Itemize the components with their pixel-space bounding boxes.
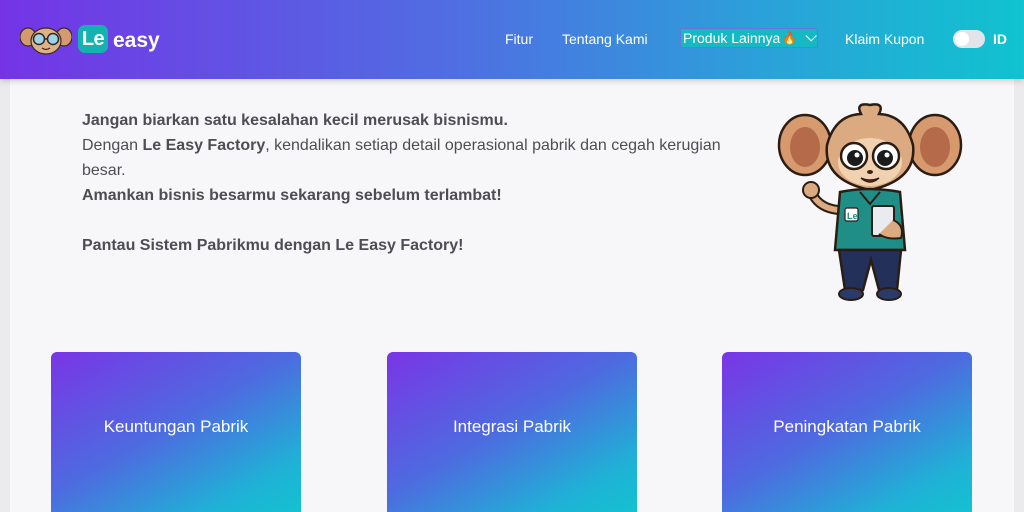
card-peningkatan-pabrik[interactable]: Peningkatan Pabrik bbox=[722, 352, 972, 512]
mascot-illustration-icon: Le bbox=[777, 103, 963, 301]
toggle-knob bbox=[955, 32, 969, 46]
nav-klaim-kupon[interactable]: Klaim Kupon bbox=[845, 31, 924, 47]
language-selector[interactable]: ID bbox=[993, 31, 1007, 47]
fire-icon: 🔥 bbox=[782, 31, 798, 45]
top-navigation-bar: Le easy Fitur Tentang Kami Produk Lainny… bbox=[0, 0, 1024, 79]
nav-tentang-kami[interactable]: Tentang Kami bbox=[562, 31, 648, 47]
intro-call-to-action: Amankan bisnis besarmu sekarang sebelum … bbox=[82, 187, 502, 204]
card-integrasi-pabrik[interactable]: Integrasi Pabrik bbox=[387, 352, 637, 512]
intro-description: Dengan Le Easy Factory, kendalikan setia… bbox=[82, 133, 762, 183]
intro-tagline: Pantau Sistem Pabrikmu dengan Le Easy Fa… bbox=[82, 237, 464, 254]
brand-easy-text: easy bbox=[113, 28, 160, 52]
brand-le-badge: Le bbox=[78, 25, 108, 53]
card-label: Peningkatan Pabrik bbox=[773, 417, 921, 436]
brand-logo[interactable]: Le easy bbox=[20, 22, 160, 56]
nav-produk-lainnya-dropdown[interactable]: Produk Lainnya 🔥 bbox=[680, 28, 818, 48]
card-label: Integrasi Pabrik bbox=[452, 417, 572, 436]
intro-text: Jangan biarkan satu kesalahan kecil meru… bbox=[82, 108, 762, 258]
chevron-down-icon bbox=[805, 30, 818, 42]
card-keuntungan-pabrik[interactable]: Keuntungan Pabrik bbox=[51, 352, 301, 512]
theme-toggle[interactable] bbox=[953, 30, 985, 48]
intro-prefix: Dengan bbox=[82, 137, 143, 154]
nav-produk-label: Produk Lainnya bbox=[683, 30, 781, 46]
intro-headline: Jangan biarkan satu kesalahan kecil meru… bbox=[82, 112, 508, 129]
mascot-logo-icon bbox=[20, 27, 72, 55]
intro-brand: Le Easy Factory bbox=[142, 137, 266, 154]
nav-fitur[interactable]: Fitur bbox=[505, 31, 533, 47]
card-label: Keuntungan Pabrik bbox=[103, 417, 249, 436]
svg-text:Le: Le bbox=[847, 211, 858, 221]
